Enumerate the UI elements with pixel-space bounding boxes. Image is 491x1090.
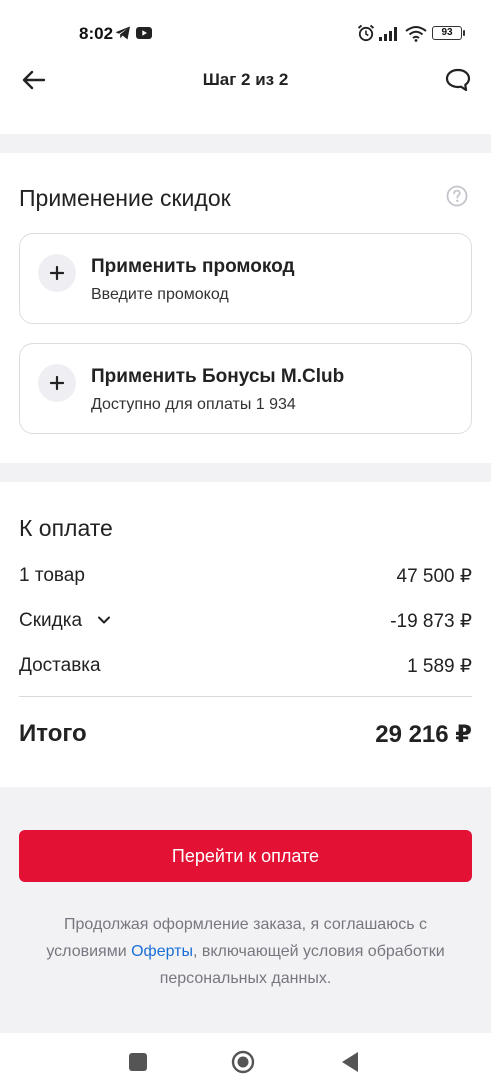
home-button[interactable] xyxy=(231,1050,255,1074)
signal-icon xyxy=(379,27,397,41)
checkout-footer xyxy=(0,787,491,1033)
chat-bubble-icon xyxy=(445,68,471,92)
chat-button[interactable] xyxy=(436,62,480,98)
chevron-down-icon[interactable] xyxy=(96,612,112,628)
promo-card[interactable]: Применить промокод Введите промокод xyxy=(19,233,472,324)
items-value: 47 500 ₽ xyxy=(396,566,472,587)
checkout-screen: 8:02 93 Шаг 2 из 2 Применение скидок При… xyxy=(0,0,491,1090)
plus-icon xyxy=(38,364,76,402)
battery-icon: 93 xyxy=(432,26,465,40)
legal-text-after: , включающей условия обработки персональ… xyxy=(159,943,445,987)
discount-value: -19 873 ₽ xyxy=(390,611,472,632)
telegram-icon xyxy=(115,26,130,40)
offer-link[interactable]: Оферты xyxy=(131,943,193,960)
alarm-icon xyxy=(357,24,375,42)
discount-label[interactable]: Скидка xyxy=(19,610,82,632)
plus-icon xyxy=(38,254,76,292)
bonus-subtitle: Доступно для оплаты 1 934 xyxy=(91,396,296,413)
bonus-card[interactable]: Применить Бонусы M.Club Доступно для опл… xyxy=(19,343,472,434)
go-to-payment-button[interactable]: Перейти к оплате xyxy=(19,830,472,882)
recents-button[interactable] xyxy=(129,1053,147,1071)
promo-title: Применить промокод xyxy=(91,256,295,277)
delivery-value: 1 589 ₽ xyxy=(407,656,472,677)
section-divider xyxy=(0,463,491,482)
discounts-title: Применение скидок xyxy=(19,185,231,211)
summary-divider xyxy=(19,696,472,697)
app-bar: Шаг 2 из 2 xyxy=(0,56,491,104)
system-nav-bar xyxy=(0,1033,491,1090)
page-title: Шаг 2 из 2 xyxy=(202,70,289,89)
payment-title: К оплате xyxy=(19,515,113,541)
total-value: 29 216 ₽ xyxy=(375,721,472,748)
promo-subtitle: Введите промокод xyxy=(91,286,229,303)
question-circle-icon[interactable] xyxy=(446,185,468,207)
system-back-button[interactable] xyxy=(341,1051,359,1073)
legal-text: Продолжая оформление заказа, я соглашаюс… xyxy=(30,911,461,992)
status-time: 8:02 xyxy=(79,24,114,43)
status-bar: 8:02 93 xyxy=(0,0,491,64)
wifi-icon xyxy=(405,26,427,42)
youtube-icon xyxy=(136,27,152,39)
bonus-title: Применить Бонусы M.Club xyxy=(91,366,345,387)
section-divider xyxy=(0,134,491,153)
delivery-label: Доставка xyxy=(19,655,101,676)
items-label: 1 товар xyxy=(19,565,85,586)
total-label: Итого xyxy=(19,720,87,747)
